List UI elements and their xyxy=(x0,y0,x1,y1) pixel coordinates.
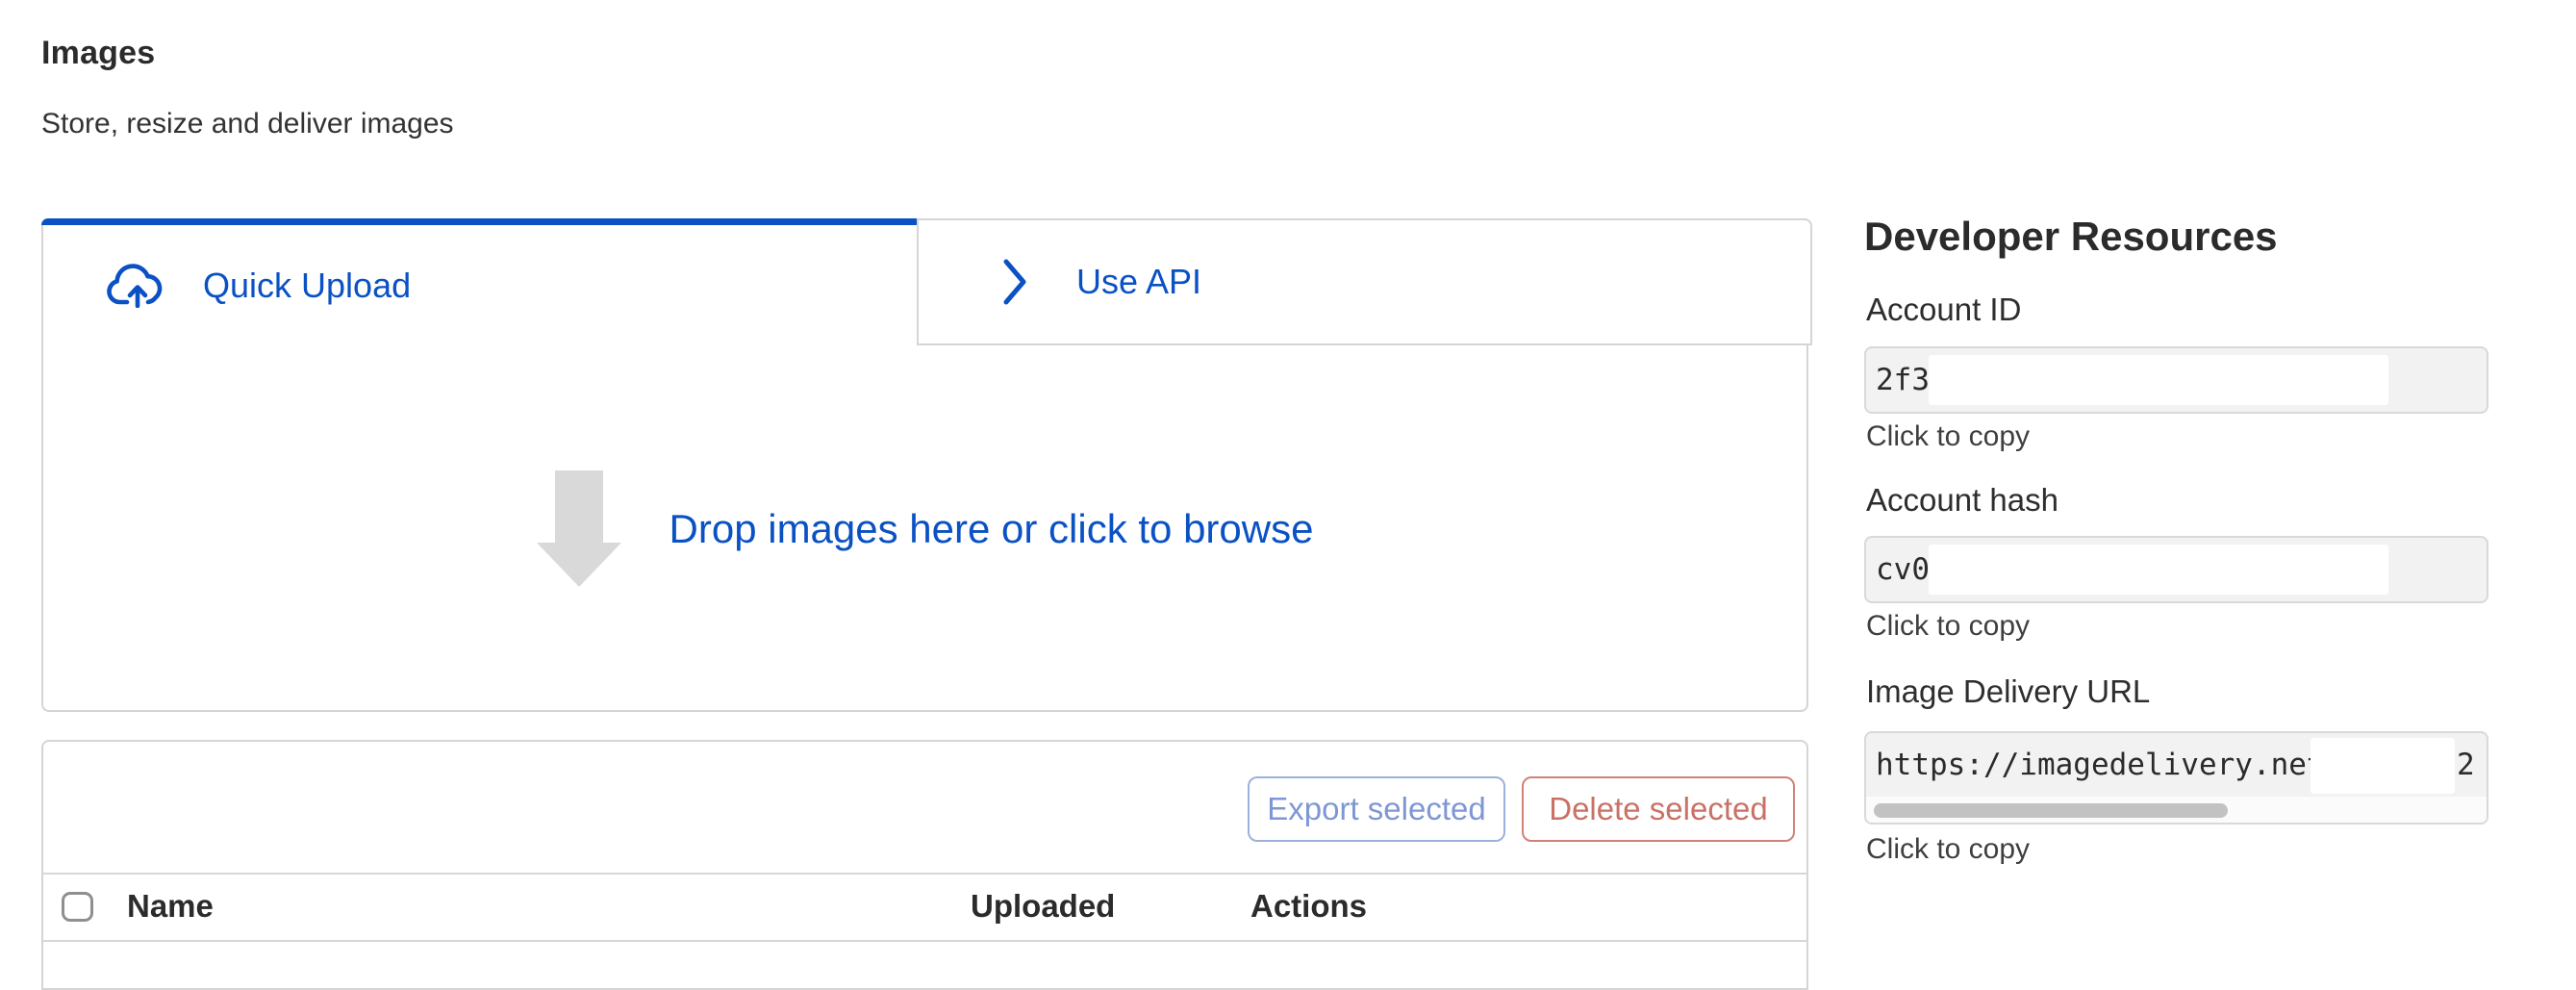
upload-panel: Quick Upload Use API Drop images here or… xyxy=(41,218,1808,712)
horizontal-scrollbar-thumb[interactable] xyxy=(1874,803,2228,818)
account-id-copy-helper: Click to copy xyxy=(1866,420,2030,453)
drop-zone-label: Drop images here or click to browse xyxy=(669,506,1314,552)
column-header-uploaded: Uploaded xyxy=(971,888,1115,925)
sidebar-title: Developer Resources xyxy=(1864,214,2278,260)
image-delivery-url-label: Image Delivery URL xyxy=(1866,673,2150,710)
redaction-overlay xyxy=(1929,355,2388,405)
delete-selected-button[interactable]: Delete selected xyxy=(1522,776,1795,842)
account-hash-label: Account hash xyxy=(1866,482,2058,519)
account-id-label: Account ID xyxy=(1866,292,2021,328)
column-header-name: Name xyxy=(127,888,214,925)
table-header-divider xyxy=(43,873,1806,875)
developer-resources-sidebar: Developer Resources Account ID 2f3d Clic… xyxy=(1864,0,2491,954)
active-tab-indicator xyxy=(41,218,919,225)
redaction-overlay xyxy=(1929,545,2388,595)
column-header-actions: Actions xyxy=(1250,888,1367,925)
images-list-panel: Export selected Delete selected Name Upl… xyxy=(41,740,1808,990)
tab-use-api-label: Use API xyxy=(1076,262,1201,302)
image-delivery-url-fragment: 2 xyxy=(2457,733,2475,797)
image-delivery-url-copy-helper: Click to copy xyxy=(1866,833,2030,866)
tab-quick-upload-label: Quick Upload xyxy=(203,266,411,306)
export-selected-button[interactable]: Export selected xyxy=(1248,776,1505,842)
table-body-divider xyxy=(43,940,1806,942)
down-arrow-icon xyxy=(537,470,621,587)
select-all-checkbox[interactable] xyxy=(62,892,93,922)
tab-use-api[interactable]: Use API xyxy=(917,218,1812,345)
redaction-overlay xyxy=(2311,738,2455,794)
image-delivery-url-field[interactable]: https://imagedelivery.net/cv0JSj 2 xyxy=(1864,731,2488,825)
chevron-right-icon xyxy=(999,257,1030,307)
image-drop-zone[interactable]: Drop images here or click to browse xyxy=(43,345,1806,712)
account-id-field[interactable]: 2f3d xyxy=(1864,346,2488,414)
tab-quick-upload[interactable]: Quick Upload xyxy=(43,225,917,345)
cloud-upload-icon xyxy=(106,264,169,308)
horizontal-scrollbar-track xyxy=(1866,797,2487,825)
account-hash-copy-helper: Click to copy xyxy=(1866,610,2030,643)
page-title: Images xyxy=(41,35,155,72)
page-subtitle: Store, resize and deliver images xyxy=(41,108,454,140)
account-hash-field[interactable]: cv0J xyxy=(1864,536,2488,603)
